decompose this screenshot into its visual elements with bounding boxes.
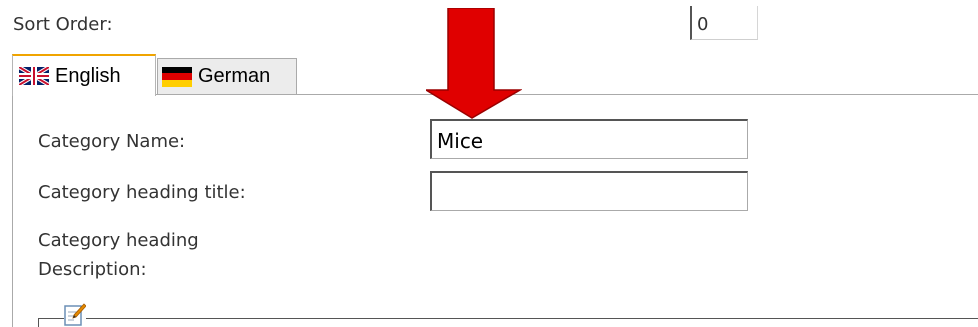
tab-english[interactable]: English bbox=[12, 54, 156, 96]
uk-flag-icon bbox=[19, 67, 49, 85]
editor-toolbar-border bbox=[38, 318, 978, 319]
category-name-input[interactable]: Mice bbox=[430, 119, 748, 159]
category-heading-title-label: Category heading title: bbox=[38, 182, 246, 203]
sort-order-label: Sort Order: bbox=[13, 14, 113, 35]
red-down-arrow-icon bbox=[426, 8, 522, 119]
category-heading-description-label-line2: Description: bbox=[38, 259, 147, 280]
category-name-label: Category Name: bbox=[38, 131, 186, 152]
edit-document-icon[interactable] bbox=[64, 303, 86, 327]
sort-order-input[interactable]: 0 bbox=[690, 6, 758, 40]
category-edit-page: Sort Order: 0 English German Category Na… bbox=[0, 0, 978, 327]
tab-german-label: German bbox=[198, 65, 271, 87]
category-heading-title-input[interactable] bbox=[430, 171, 748, 211]
tab-english-label: English bbox=[55, 64, 121, 87]
editor-toolbar-corner bbox=[38, 318, 39, 327]
tab-german[interactable]: German bbox=[157, 58, 297, 94]
germany-flag-icon bbox=[162, 66, 192, 87]
category-heading-description-label-line1: Category heading bbox=[38, 230, 199, 251]
